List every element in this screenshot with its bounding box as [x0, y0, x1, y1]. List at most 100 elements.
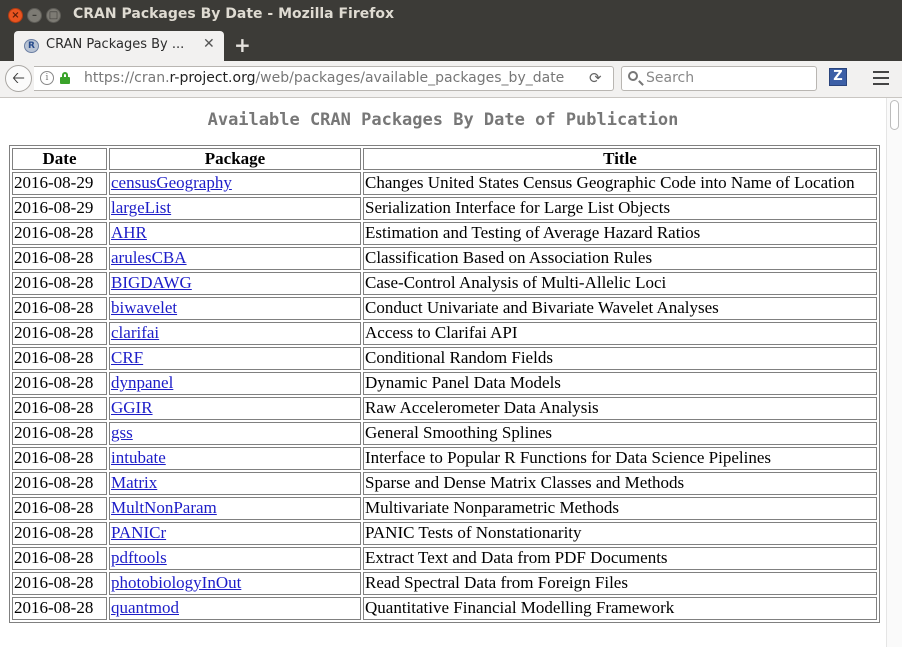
package-link[interactable]: quantmod: [111, 598, 179, 617]
row-package-cell: arulesCBA: [109, 247, 361, 270]
tab-close-icon[interactable]: ✕: [203, 36, 215, 52]
package-link[interactable]: pdftools: [111, 548, 167, 567]
packages-table: Date Package Title 2016-08-29 censusGeogr…: [9, 145, 880, 623]
row-package-cell: PANICr: [109, 522, 361, 545]
package-link[interactable]: largeList: [111, 198, 171, 217]
package-link[interactable]: photobiologyInOut: [111, 573, 241, 592]
column-header-package: Package: [109, 148, 361, 170]
window-minimize-icon[interactable]: –: [27, 8, 42, 23]
reload-icon[interactable]: ⟳: [589, 69, 602, 87]
row-title: Estimation and Testing of Average Hazard…: [363, 222, 877, 245]
row-date: 2016-08-28: [12, 497, 107, 520]
table-row: 2016-08-28 photobiologyInOut Read Spectral…: [12, 572, 877, 595]
row-title: Changes United States Census Geographic …: [363, 172, 877, 195]
row-package-cell: gss: [109, 422, 361, 445]
row-package-cell: BIGDAWG: [109, 272, 361, 295]
package-link[interactable]: arulesCBA: [111, 248, 187, 267]
row-package-cell: dynpanel: [109, 372, 361, 395]
search-icon: [628, 71, 638, 81]
page-content: Available CRAN Packages By Date of Publi…: [0, 98, 886, 647]
table-row: 2016-08-28 dynpanel Dynamic Panel Data Mod…: [12, 372, 877, 395]
row-date: 2016-08-28: [12, 322, 107, 345]
package-link[interactable]: clarifai: [111, 323, 159, 342]
new-tab-icon[interactable]: +: [234, 33, 251, 57]
table-row: 2016-08-28 CRF Conditional Random Fields: [12, 347, 877, 370]
row-title: Sparse and Dense Matrix Classes and Meth…: [363, 472, 877, 495]
package-link[interactable]: censusGeography: [111, 173, 232, 192]
row-title: Extract Text and Data from PDF Documents: [363, 547, 877, 570]
package-link[interactable]: CRF: [111, 348, 143, 367]
table-row: 2016-08-28 BIGDAWG Case-Control Analysis o…: [12, 272, 877, 295]
row-package-cell: photobiologyInOut: [109, 572, 361, 595]
row-date: 2016-08-28: [12, 272, 107, 295]
row-date: 2016-08-28: [12, 347, 107, 370]
row-title: Interface to Popular R Functions for Dat…: [363, 447, 877, 470]
package-link[interactable]: PANICr: [111, 523, 166, 542]
row-title: Read Spectral Data from Foreign Files: [363, 572, 877, 595]
package-link[interactable]: dynpanel: [111, 373, 173, 392]
lock-icon[interactable]: [60, 72, 70, 84]
row-title: Raw Accelerometer Data Analysis: [363, 397, 877, 420]
row-date: 2016-08-28: [12, 522, 107, 545]
r-logo-icon: R: [24, 39, 39, 53]
row-date: 2016-08-28: [12, 297, 107, 320]
row-title: Quantitative Financial Modelling Framewo…: [363, 597, 877, 620]
package-link[interactable]: MultNonParam: [111, 498, 217, 517]
row-package-cell: AHR: [109, 222, 361, 245]
table-row: 2016-08-28 quantmod Quantitative Financial…: [12, 597, 877, 620]
row-title: Case-Control Analysis of Multi-Allelic L…: [363, 272, 877, 295]
row-title: Dynamic Panel Data Models: [363, 372, 877, 395]
table-row: 2016-08-29 largeList Serialization Interfa…: [12, 197, 877, 220]
tab-title: CRAN Packages By ...: [46, 37, 185, 52]
table-row: 2016-08-28 PANICr PANIC Tests of Nonstatio…: [12, 522, 877, 545]
row-title: Classification Based on Association Rule…: [363, 247, 877, 270]
row-title: Access to Clarifai API: [363, 322, 877, 345]
package-link[interactable]: intubate: [111, 448, 166, 467]
url-path: /web/packages/available_packages_by_date: [255, 70, 565, 86]
table-row: 2016-08-28 MultNonParam Multivariate Nonpa…: [12, 497, 877, 520]
column-header-title: Title: [363, 148, 877, 170]
table-row: 2016-08-28 pdftools Extract Text and Data …: [12, 547, 877, 570]
row-title: PANIC Tests of Nonstationarity: [363, 522, 877, 545]
tab-strip: R CRAN Packages By ... ✕ +: [0, 31, 902, 61]
info-icon[interactable]: i: [40, 71, 54, 85]
window-titlebar: × – □ CRAN Packages By Date - Mozilla Fi…: [0, 0, 902, 31]
tab-cran-packages[interactable]: R CRAN Packages By ... ✕: [14, 31, 224, 61]
window-maximize-icon[interactable]: □: [46, 8, 61, 23]
table-row: 2016-08-28 biwavelet Conduct Univariate an…: [12, 297, 877, 320]
package-link[interactable]: GGIR: [111, 398, 153, 417]
row-package-cell: MultNonParam: [109, 497, 361, 520]
row-title: Conduct Univariate and Bivariate Wavelet…: [363, 297, 877, 320]
row-title: Conditional Random Fields: [363, 347, 877, 370]
url-bar[interactable]: i https://cran.r-project.org/web/package…: [34, 66, 614, 91]
row-package-cell: pdftools: [109, 547, 361, 570]
row-date: 2016-08-28: [12, 222, 107, 245]
package-link[interactable]: AHR: [111, 223, 147, 242]
row-date: 2016-08-28: [12, 422, 107, 445]
package-link[interactable]: gss: [111, 423, 133, 442]
url-text[interactable]: https://cran.r-project.org/web/packages/…: [84, 70, 564, 86]
row-date: 2016-08-28: [12, 572, 107, 595]
row-date: 2016-08-29: [12, 172, 107, 195]
row-date: 2016-08-28: [12, 547, 107, 570]
row-package-cell: largeList: [109, 197, 361, 220]
row-title: Multivariate Nonparametric Methods: [363, 497, 877, 520]
window-close-icon[interactable]: ×: [8, 8, 23, 23]
table-row: 2016-08-28 GGIR Raw Accelerometer Data Ana…: [12, 397, 877, 420]
zotero-icon[interactable]: Z: [829, 68, 847, 86]
row-package-cell: quantmod: [109, 597, 361, 620]
package-link[interactable]: biwavelet: [111, 298, 177, 317]
package-link[interactable]: BIGDAWG: [111, 273, 192, 292]
row-date: 2016-08-28: [12, 472, 107, 495]
row-title: Serialization Interface for Large List O…: [363, 197, 877, 220]
vertical-scrollbar[interactable]: [886, 98, 902, 647]
hamburger-menu-icon[interactable]: [873, 71, 889, 85]
back-arrow-icon[interactable]: 🡠: [5, 65, 32, 92]
scrollbar-thumb[interactable]: [890, 100, 899, 130]
search-input[interactable]: Search: [621, 66, 817, 91]
table-row: 2016-08-28 Matrix Sparse and Dense Matrix …: [12, 472, 877, 495]
table-row: 2016-08-28 gss General Smoothing Splines: [12, 422, 877, 445]
row-date: 2016-08-28: [12, 247, 107, 270]
package-link[interactable]: Matrix: [111, 473, 157, 492]
row-title: General Smoothing Splines: [363, 422, 877, 445]
